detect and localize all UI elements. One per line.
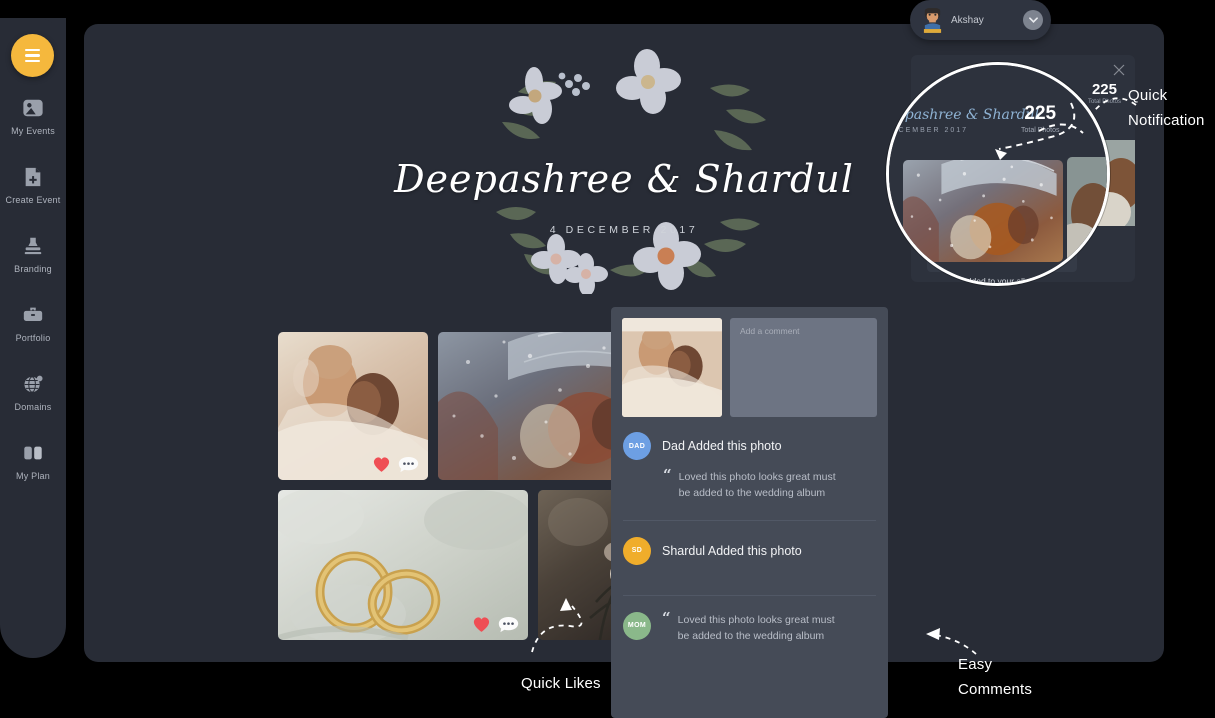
comment-title: Shardul Added this photo [662,543,802,558]
image-photo-icon [22,97,44,119]
sidebar-item-label: Domains [14,402,52,412]
user-account-dropdown[interactable]: Akshay [910,0,1051,40]
comments-list: DAD Dad Added this photo “ Loved this ph… [611,432,888,644]
briefcase-icon [22,304,44,326]
divider [623,519,876,521]
close-icon[interactable] [1113,63,1125,76]
chevron-down-icon[interactable] [1023,10,1043,30]
sidebar-item-label: Create Event [5,195,61,205]
cards-plan-icon [22,442,44,464]
comment-quote: “ Loved this photo looks great must be a… [662,608,838,645]
photo-actions [372,455,419,473]
comment-entry: MOM “ Loved this photo looks great must … [611,608,888,645]
globe-icon [22,373,44,395]
photo-actions [472,615,519,633]
magnifier-content: Deepashree & Shardul 4 DECEMBER 2017 225… [889,65,1107,283]
sidebar-item-domains[interactable]: Domains [0,364,66,421]
comment-text: Loved this photo looks great must be add… [678,471,836,500]
app-root: My Events Create Event Branding Portfoli… [0,0,1215,718]
sidebar-item-label: Branding [14,264,52,274]
comments-panel: Add a comment DAD Dad Added this photo “… [611,307,888,718]
sidebar-item-create-event[interactable]: Create Event [0,157,66,214]
comment-author-row: MOM “ Loved this photo looks great must … [623,608,876,645]
comment-entry: DAD Dad Added this photo “ Loved this ph… [611,432,888,502]
sidebar-item-label: Portfolio [15,333,51,343]
sidebar-item-portfolio[interactable]: Portfolio [0,295,66,352]
photo-card-couple-kiss-veil[interactable] [278,332,428,480]
quote-mark-icon: “ [662,608,671,627]
comment-author-row: DAD Dad Added this photo [623,432,876,460]
hamburger-bar [25,49,40,52]
hamburger-bar [25,54,40,57]
sidebar-item-branding[interactable]: Branding [0,226,66,283]
hamburger-bar [25,59,40,62]
sidebar-item-my-events[interactable]: My Events [0,88,66,145]
quote-mark-icon: “ [663,466,672,484]
sidebar: My Events Create Event Branding Portfoli… [0,18,66,658]
comment-author-row: SD Shardul Added this photo [623,536,876,565]
file-plus-icon [22,166,44,188]
user-name: Akshay [951,14,984,26]
comment-quote: “ Loved this photo looks great must be a… [663,466,876,502]
avatar[interactable]: SD [623,536,651,565]
add-comment-input[interactable]: Add a comment [730,318,877,417]
divider [623,594,876,596]
stamp-icon [22,235,44,257]
comment-entry: SD Shardul Added this photo [611,536,888,565]
menu-hamburger-button[interactable] [11,34,54,77]
magnifier-arrow-overlay [995,102,1084,160]
comment-title: Dad Added this photo [662,439,782,453]
user-avatar [923,8,942,33]
avatar[interactable]: DAD [623,432,651,460]
sidebar-item-my-plan[interactable]: My Plan [0,433,66,490]
comment-bubble-icon[interactable] [398,456,419,473]
sidebar-item-label: My Plan [16,471,50,481]
comment-photo-thumbnail[interactable] [622,318,722,417]
annotation-quick-notification: Quick Notification [1128,87,1205,129]
annotation-quick-likes: Quick Likes [521,675,601,692]
annotation-easy-comments: Easy Comments [958,656,1033,698]
photo-card-wedding-rings[interactable] [278,490,528,640]
comment-bubble-icon[interactable] [498,616,519,633]
sidebar-item-label: My Events [11,126,55,136]
magnifier-lens: Deepashree & Shardul 4 DECEMBER 2017 225… [886,62,1110,286]
sidebar-nav: My Events Create Event Branding Portfoli… [0,88,66,502]
heart-icon[interactable] [472,615,491,633]
heart-icon[interactable] [372,455,391,473]
comment-text: Loved this photo looks great must be add… [677,613,835,642]
avatar[interactable]: MOM [623,611,651,640]
comment-composer: Add a comment [611,307,888,417]
